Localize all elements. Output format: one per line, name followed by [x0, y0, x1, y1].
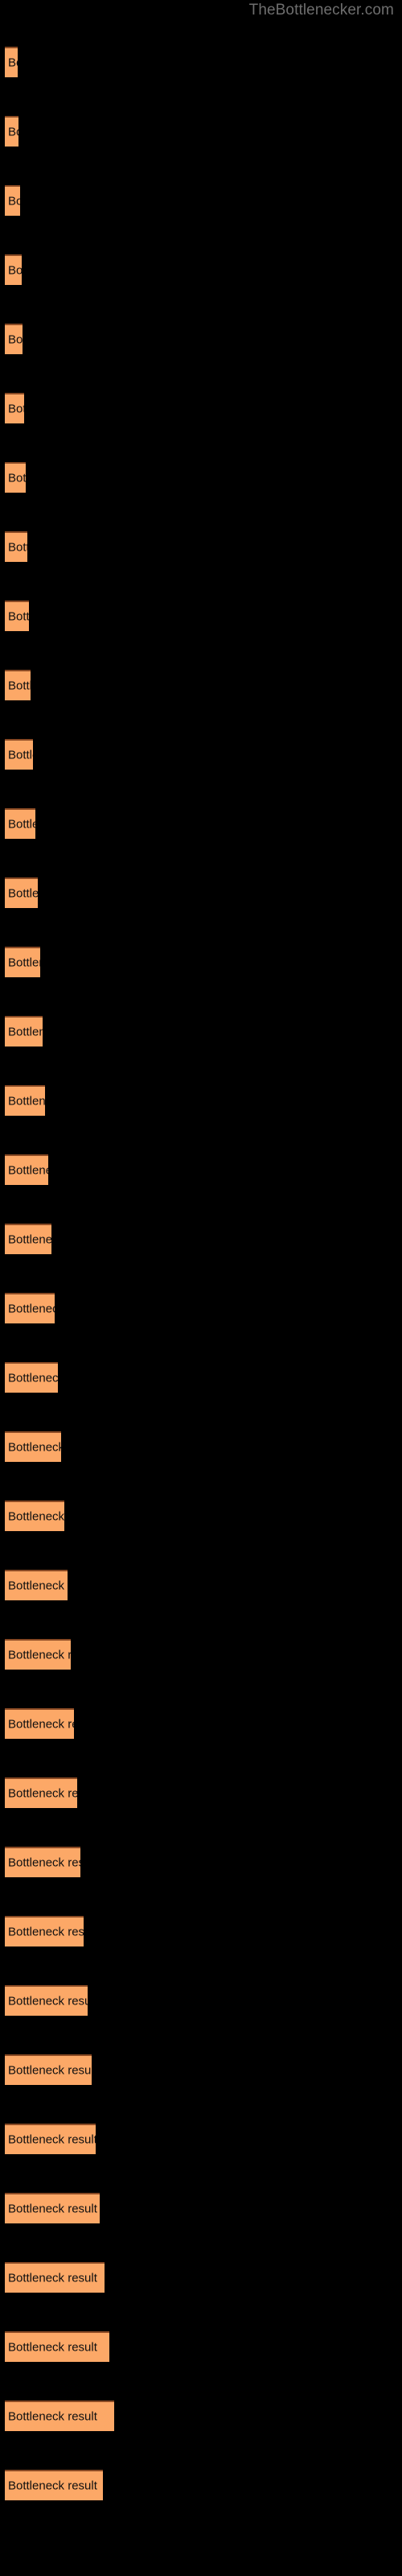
bar-label: Bottleneck result — [8, 2340, 97, 2355]
bar-label: Bottleneck result — [8, 1856, 80, 1870]
bar-label: Bottleneck result — [8, 125, 18, 139]
bar-label: Bottleneck result — [8, 679, 31, 693]
bar: Bottleneck result — [5, 1777, 77, 1808]
bar: Bottleneck result — [5, 739, 33, 770]
bar: Bottleneck result — [5, 462, 26, 493]
bar-label: Bottleneck result — [8, 263, 22, 278]
bar: Bottleneck result — [5, 1916, 84, 1946]
bar-label: Bottleneck result — [8, 1925, 84, 1939]
bar: Bottleneck result — [5, 2401, 114, 2431]
bar: Bottleneck result — [5, 2193, 100, 2223]
bar-label: Bottleneck result — [8, 1994, 88, 2008]
bar-label: Bottleneck result — [8, 1232, 51, 1247]
bar: Bottleneck result — [5, 254, 22, 285]
bar-label: Bottleneck result — [8, 748, 33, 762]
bar: Bottleneck result — [5, 2470, 103, 2500]
bar: Bottleneck result — [5, 1085, 45, 1116]
bar-label: Bottleneck result — [8, 2063, 92, 2078]
bar: Bottleneck result — [5, 808, 35, 839]
bar-label: Bottleneck result — [8, 1302, 55, 1316]
bar-label: Bottleneck result — [8, 2479, 97, 2493]
bar: Bottleneck result — [5, 1293, 55, 1323]
bar: Bottleneck result — [5, 2262, 105, 2293]
bar: Bottleneck result — [5, 1570, 68, 1600]
bar-label: Bottleneck result — [8, 886, 38, 901]
bar-label: Bottleneck result — [8, 332, 23, 347]
bar: Bottleneck result — [5, 877, 38, 908]
bar-label: Bottleneck result — [8, 1094, 45, 1108]
bar: Bottleneck result — [5, 1985, 88, 2016]
bar-label: Bottleneck result — [8, 56, 18, 70]
bar: Bottleneck result — [5, 393, 24, 423]
bar: Bottleneck result — [5, 2331, 109, 2362]
bar: Bottleneck result — [5, 1362, 58, 1393]
bar-label: Bottleneck result — [8, 540, 27, 555]
bar-label: Bottleneck result — [8, 194, 20, 208]
bar: Bottleneck result — [5, 1501, 64, 1531]
bar-label: Bottleneck result — [8, 1786, 77, 1801]
bar: Bottleneck result — [5, 601, 29, 631]
bar-label: Bottleneck result — [8, 1163, 48, 1178]
bar-label: Bottleneck result — [8, 1648, 71, 1662]
bar: Bottleneck result — [5, 670, 31, 700]
bar: Bottleneck result — [5, 324, 23, 354]
bar: Bottleneck result — [5, 1708, 74, 1739]
bar: Bottleneck result — [5, 1016, 43, 1046]
bar: Bottleneck result — [5, 1639, 71, 1670]
bar: Bottleneck result — [5, 1847, 80, 1877]
bar: Bottleneck result — [5, 1431, 61, 1462]
bar-series: Bottleneck result Bottleneck result Bottle… — [0, 0, 402, 2576]
bar: Bottleneck result — [5, 531, 27, 562]
bar-label: Bottleneck result — [8, 1717, 74, 1732]
bar-label: Bottleneck result — [8, 2132, 96, 2147]
bar-label: Bottleneck result — [8, 1509, 64, 1524]
bar-label: Bottleneck result — [8, 2271, 97, 2285]
bar: Bottleneck result — [5, 947, 40, 977]
bar-label: Bottleneck result — [8, 471, 26, 485]
bar-label: Bottleneck result — [8, 1371, 58, 1385]
bar: Bottleneck result — [5, 185, 20, 216]
bar-label: Bottleneck result — [8, 2409, 97, 2424]
bar: Bottleneck result — [5, 47, 18, 77]
bar-label: Bottleneck result — [8, 609, 29, 624]
bar-label: Bottleneck result — [8, 2202, 97, 2216]
bar-label: Bottleneck result — [8, 1440, 61, 1455]
bar: Bottleneck result — [5, 1224, 51, 1254]
bar-label: Bottleneck result — [8, 817, 35, 832]
bar-label: Bottleneck result — [8, 956, 40, 970]
bar-label: Bottleneck result — [8, 1579, 68, 1593]
bar: Bottleneck result — [5, 116, 18, 147]
bar-label: Bottleneck result — [8, 1025, 43, 1039]
bar-label: Bottleneck result — [8, 402, 24, 416]
bar-chart: TheBottlenecker.com Bottleneck resultBot… — [0, 0, 402, 2576]
bar: Bottleneck result — [5, 1154, 48, 1185]
bar: Bottleneck result — [5, 2054, 92, 2085]
bar: Bottleneck result — [5, 2124, 96, 2154]
